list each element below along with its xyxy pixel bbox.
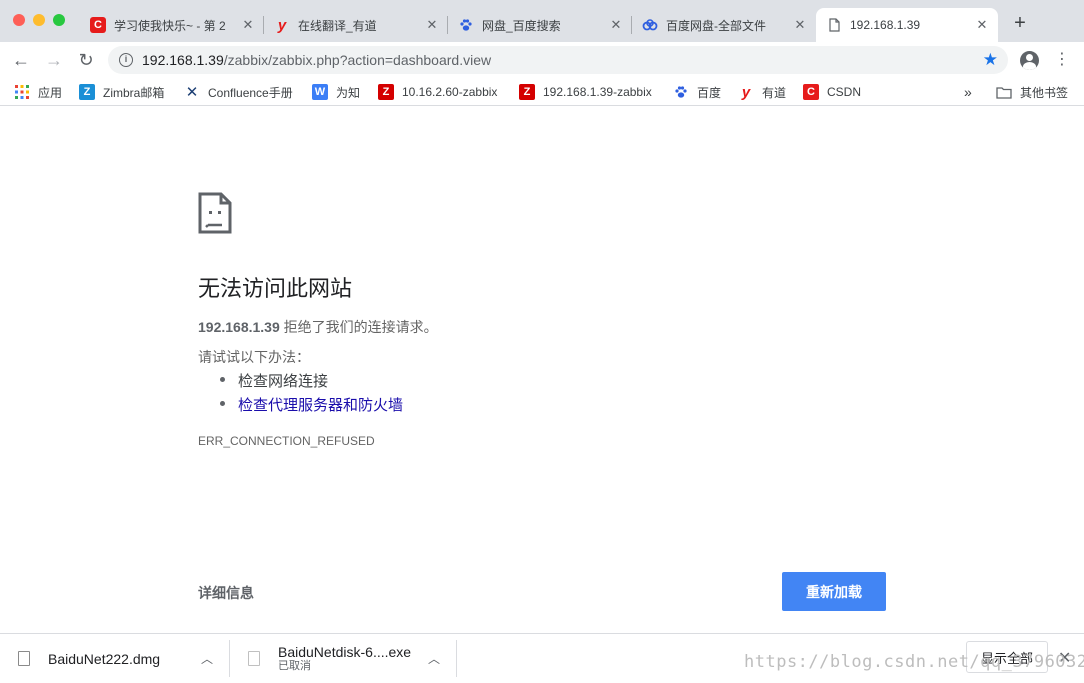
bookmark-confluence[interactable]: ✕ Confluence手册: [184, 83, 293, 101]
csdn-icon: C: [90, 17, 106, 33]
info-icon[interactable]: i: [119, 53, 133, 67]
close-window-button[interactable]: [13, 14, 25, 26]
bullet: [220, 377, 225, 382]
bookmarks-overflow-button[interactable]: »: [964, 83, 972, 101]
download-divider: [229, 640, 230, 677]
file-icon: [248, 651, 260, 666]
bookmark-wiz[interactable]: W 为知: [312, 83, 360, 101]
url-path: /zabbix/zabbix.php?action=dashboard.view: [223, 52, 492, 68]
profile-avatar-icon[interactable]: [1020, 51, 1039, 70]
browser-toolbar: ← → ↻ i 192.168.1.39/zabbix/zabbix.php?a…: [0, 42, 1084, 78]
download-status: 已取消: [278, 659, 311, 672]
tab-baidu-pan[interactable]: 百度网盘-全部文件 ✕: [632, 8, 816, 42]
tab-title: 在线翻译_有道: [298, 18, 377, 33]
zabbix-icon: Z: [378, 84, 394, 100]
bookmark-label: 10.16.2.60-zabbix: [402, 85, 498, 99]
chevron-up-icon[interactable]: ︿: [201, 650, 213, 667]
bookmark-label: 192.168.1.39-zabbix: [543, 85, 652, 99]
tab-title: 网盘_百度搜索: [482, 18, 561, 33]
tab-title: 学习使我快乐~ - 第 2: [114, 18, 226, 33]
details-button[interactable]: 详细信息: [198, 583, 254, 603]
bookmark-zimbra[interactable]: Z Zimbra邮箱: [79, 83, 164, 101]
bookmark-star-icon[interactable]: ★: [983, 50, 998, 70]
bookmark-csdn[interactable]: C CSDN: [803, 83, 861, 101]
download-name: BaiduNetdisk-6....exe: [278, 643, 412, 660]
error-message: 192.168.1.39 拒绝了我们的连接请求。: [198, 317, 438, 337]
bookmark-label: Zimbra邮箱: [103, 85, 165, 100]
bookmark-zabbix-1[interactable]: Z 10.16.2.60-zabbix: [378, 83, 497, 101]
reload-button[interactable]: 重新加载: [782, 572, 886, 611]
close-tab-icon[interactable]: ✕: [240, 17, 256, 33]
tab-title: 百度网盘-全部文件: [666, 18, 766, 33]
tab-title: 192.168.1.39: [850, 18, 921, 32]
download-info: BaiduNetdisk-6....exe 已取消: [278, 645, 411, 673]
new-tab-button[interactable]: +: [1008, 12, 1032, 35]
bookmark-label: 有道: [762, 85, 787, 100]
menu-kebab-icon[interactable]: ⋮: [1054, 50, 1070, 70]
close-tab-icon[interactable]: ✕: [974, 17, 990, 33]
back-button[interactable]: ←: [11, 50, 31, 70]
bookmark-zabbix-2[interactable]: Z 192.168.1.39-zabbix: [519, 83, 652, 101]
error-message-text: 拒绝了我们的连接请求。: [279, 319, 438, 335]
close-tab-icon[interactable]: ✕: [424, 17, 440, 33]
baidu-paw-icon: [673, 84, 689, 100]
bookmark-label: 百度: [697, 85, 722, 100]
baidu-cloud-icon: [642, 17, 658, 33]
url-host: 192.168.1.39: [142, 52, 224, 68]
suggestions-heading: 请试试以下办法：: [198, 349, 310, 365]
zimbra-icon: Z: [79, 84, 95, 100]
tab-strip: C 学习使我快乐~ - 第 2 ✕ y 在线翻译_有道 ✕ 网盘_百度搜索 ✕ …: [0, 0, 1084, 42]
csdn-icon: C: [803, 84, 819, 100]
youdao-icon: y: [277, 16, 287, 34]
download-name: BaiduNet222.dmg: [48, 650, 161, 667]
sad-file-icon: [198, 192, 232, 239]
bookmark-label: 其他书签: [1020, 85, 1069, 100]
error-code: ERR_CONNECTION_REFUSED: [198, 434, 375, 448]
confluence-icon: ✕: [185, 84, 199, 101]
download-item[interactable]: BaiduNet222.dmg ︿: [18, 634, 230, 683]
file-icon: [18, 651, 30, 666]
bullet: [220, 401, 225, 406]
watermark: https://blog.csdn.net/qq_37960324: [744, 652, 1084, 672]
chevron-up-icon[interactable]: ︿: [428, 650, 440, 667]
baidu-paw-icon: [458, 17, 474, 33]
folder-icon: [996, 84, 1012, 100]
address-bar[interactable]: i 192.168.1.39/zabbix/zabbix.php?action=…: [108, 46, 1008, 74]
bookmarks-bar: 应用 Z Zimbra邮箱 ✕ Confluence手册 W 为知 Z 10.1…: [0, 78, 1084, 106]
tab-current[interactable]: 192.168.1.39 ✕: [816, 8, 998, 42]
forward-button[interactable]: →: [44, 50, 64, 70]
bookmark-label: CSDN: [827, 85, 862, 99]
close-tab-icon[interactable]: ✕: [792, 17, 808, 33]
bookmark-youdao[interactable]: y 有道: [738, 83, 786, 101]
zabbix-icon: Z: [519, 84, 535, 100]
bookmark-baidu[interactable]: 百度: [673, 83, 721, 101]
download-divider: [456, 640, 457, 677]
tab-youdao[interactable]: y 在线翻译_有道 ✕: [264, 8, 448, 42]
error-page: 无法访问此网站 192.168.1.39 拒绝了我们的连接请求。 请试试以下办法…: [0, 107, 1084, 633]
error-title: 无法访问此网站: [198, 276, 353, 301]
close-tab-icon[interactable]: ✕: [608, 17, 624, 33]
document-icon: [826, 17, 842, 33]
download-item[interactable]: BaiduNetdisk-6....exe 已取消 ︿: [248, 634, 457, 683]
youdao-icon: y: [741, 83, 751, 101]
bookmark-label: 为知: [336, 85, 361, 100]
tab-csdn[interactable]: C 学习使我快乐~ - 第 2 ✕: [80, 8, 264, 42]
error-host: 192.168.1.39: [198, 319, 280, 335]
reload-page-button[interactable]: ↻: [76, 50, 96, 70]
maximize-window-button[interactable]: [53, 14, 65, 26]
other-bookmarks-folder[interactable]: 其他书签: [996, 83, 1068, 101]
suggestion-check-proxy-link[interactable]: 检查代理服务器和防火墙: [238, 394, 403, 415]
tab-baidu-search[interactable]: 网盘_百度搜索 ✕: [448, 8, 632, 42]
bookmark-apps[interactable]: 应用: [14, 83, 62, 101]
url-text[interactable]: 192.168.1.39/zabbix/zabbix.php?action=da…: [142, 52, 491, 68]
minimize-window-button[interactable]: [33, 14, 45, 26]
apps-grid-icon: [14, 84, 30, 100]
wiz-icon: W: [312, 84, 328, 100]
bookmark-label: Confluence手册: [208, 85, 293, 100]
bookmark-label: 应用: [38, 85, 63, 100]
suggestion-check-network: 检查网络连接: [238, 373, 329, 390]
